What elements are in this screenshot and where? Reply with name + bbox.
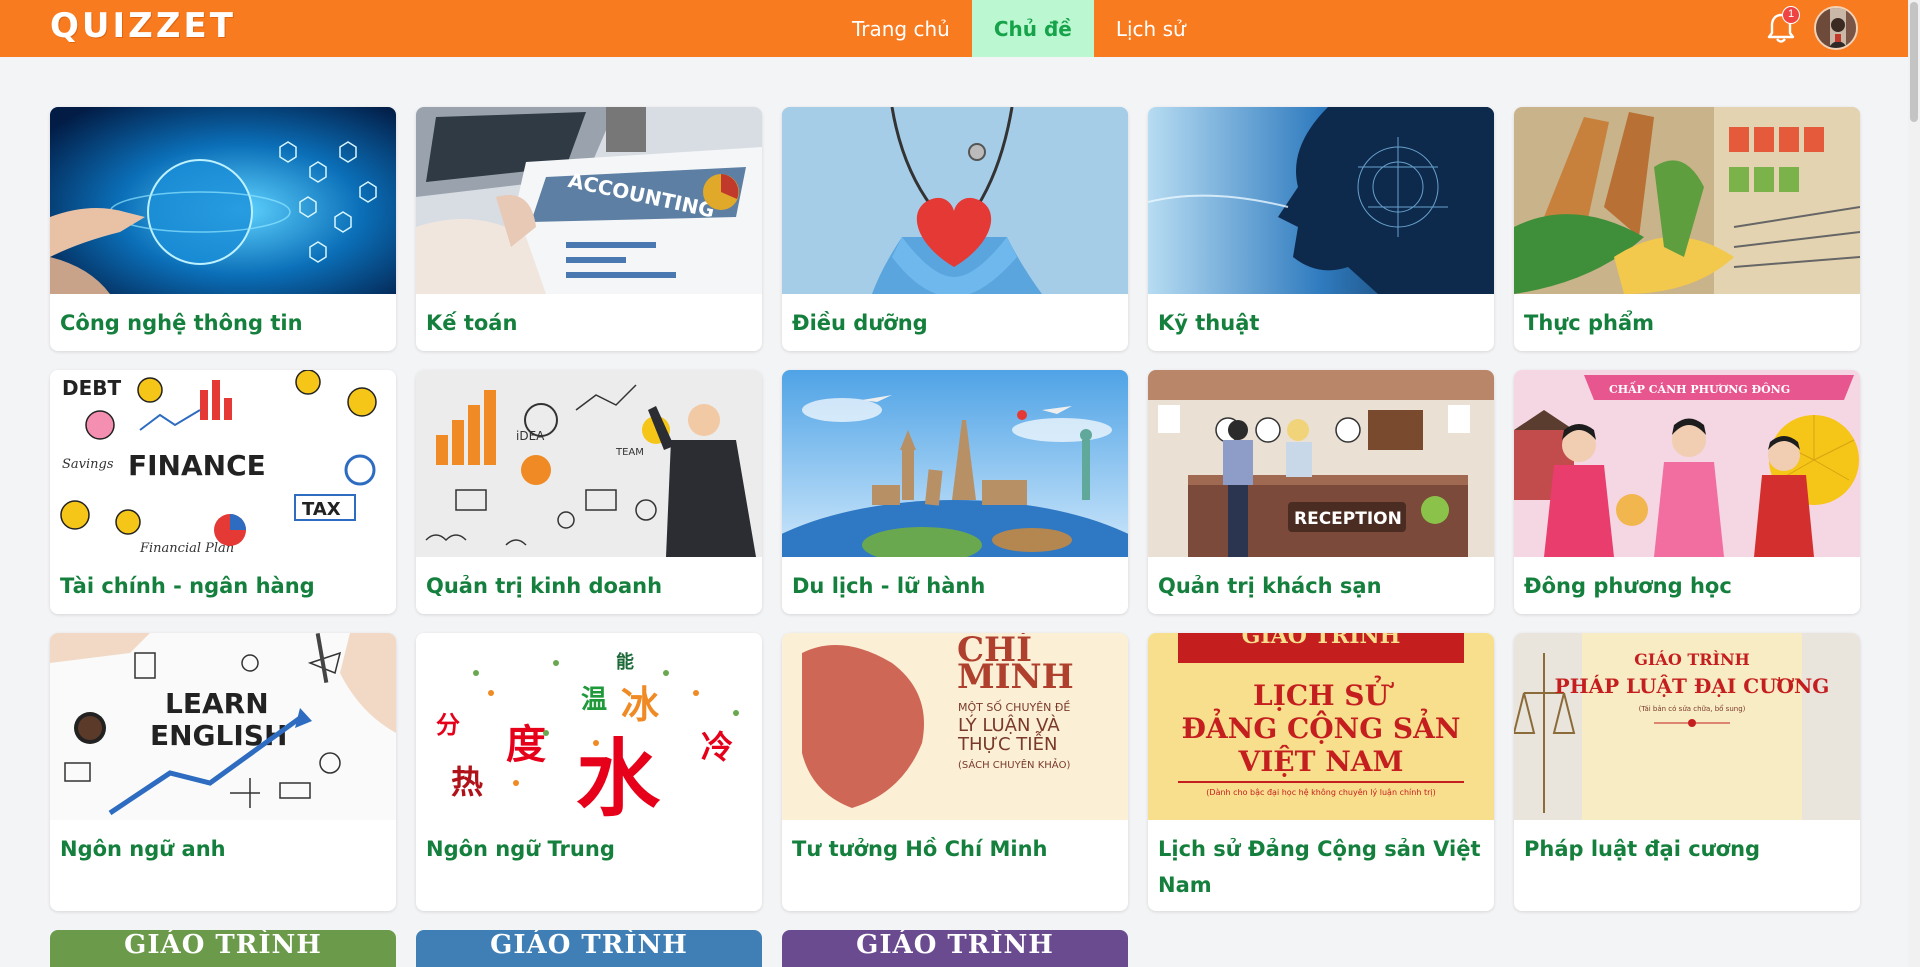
topic-card-party-history[interactable]: GIÁO TRÌNH LỊCH SỬ ĐẢNG CỘNG SẢN VIỆT NA… [1148,633,1494,911]
nav-history[interactable]: Lịch sử [1094,0,1208,57]
topic-card-english[interactable]: LEARN ENGLISH Ngôn ngữ anh [50,633,396,911]
topic-title: Kỹ thuật [1158,311,1260,335]
top-navbar: QUIZZET Trang chủ Chủ đề Lịch sử 1 [0,0,1908,57]
topic-title: Quản trị khách sạn [1158,574,1382,598]
svg-text:iDEA: iDEA [516,429,545,443]
svg-text:TAX: TAX [302,499,341,520]
topic-thumbnail [50,107,396,294]
svg-text:ENGLISH: ENGLISH [150,719,287,752]
topic-title: Kế toán [426,311,518,335]
svg-text:(SÁCH CHUYÊN KHẢO): (SÁCH CHUYÊN KHẢO) [958,757,1070,771]
topic-thumbnail: 水 度 冰 温 冷 热 分 能 [416,633,762,820]
svg-text:TEAM: TEAM [615,447,644,458]
topic-card-food[interactable]: Thực phẩm [1514,107,1860,351]
svg-text:VIỆT NAM: VIỆT NAM [1237,745,1403,778]
topic-title: Ngôn ngữ anh [60,837,226,861]
svg-text:RECEPTION: RECEPTION [1294,509,1402,529]
svg-text:能: 能 [616,651,634,673]
topic-card-accounting[interactable]: ACCOUNTING Kế toán [416,107,762,351]
topic-card-chinese[interactable]: 水 度 冰 温 冷 热 分 能 Ngôn ngữ Trung [416,633,762,911]
svg-text:DEBT: DEBT [62,376,122,400]
svg-text:热: 热 [451,763,483,801]
notification-badge: 1 [1782,6,1800,24]
topic-card-finance[interactable]: DEBT FINANCE TAX Savings Financial Plan … [50,370,396,614]
svg-text:LÝ LUẬN VÀ: LÝ LUẬN VÀ [958,714,1060,736]
topic-title: Điều dưỡng [792,311,928,335]
svg-text:PHÁP LUẬT ĐẠI CƯƠNG: PHÁP LUẬT ĐẠI CƯƠNG [1555,673,1830,698]
topic-card-hcm-thought[interactable]: CHÍ MINH MỘT SỐ CHUYÊN ĐỀ LÝ LUẬN VÀ THỰ… [782,633,1128,911]
topic-thumbnail: GIÁO TRÌNH LỊCH SỬ ĐẢNG CỘNG SẢN VIỆT NA… [1148,633,1494,820]
svg-text:MỘT SỐ CHUYÊN ĐỀ: MỘT SỐ CHUYÊN ĐỀ [958,700,1070,714]
topic-title: Tư tưởng Hồ Chí Minh [792,837,1048,861]
svg-text:冷: 冷 [701,728,733,766]
topic-title: Lịch sử Đảng Cộng sản Việt Nam [1158,837,1481,897]
topic-thumbnail: LEARN ENGLISH [50,633,396,820]
topic-thumbnail: CHẤP CÁNH PHƯƠNG ĐÔNG [1514,370,1860,557]
svg-text:度: 度 [506,722,546,768]
topic-thumbnail [782,107,1128,294]
topic-thumbnail [1514,107,1860,294]
svg-text:CHẤP CÁNH PHƯƠNG ĐÔNG: CHẤP CÁNH PHƯƠNG ĐÔNG [1609,381,1790,396]
scrollbar-thumb[interactable] [1910,2,1918,122]
svg-text:(Tái bản có sửa chữa, bổ sung): (Tái bản có sửa chữa, bổ sung) [1639,704,1746,713]
topic-card-hotel-admin[interactable]: RECEPTION Quản trị khách sạn [1148,370,1494,614]
topic-card-tourism[interactable]: Du lịch - lữ hành [782,370,1128,614]
topic-card-it[interactable]: Công nghệ thông tin [50,107,396,351]
topic-grid: Công nghệ thông tin ACCOUNTING Kế toán Đ… [50,107,1860,967]
svg-text:GIÁO TRÌNH: GIÁO TRÌNH [1242,633,1401,649]
topic-card-oriental-studies[interactable]: CHẤP CÁNH PHƯƠNG ĐÔNG Đông phương học [1514,370,1860,614]
user-avatar[interactable] [1814,6,1858,50]
svg-text:LEARN: LEARN [165,687,269,720]
topic-title: Thực phẩm [1524,311,1655,335]
topic-card-engineering[interactable]: Kỹ thuật [1148,107,1494,351]
svg-text:GIÁO TRÌNH: GIÁO TRÌNH [1634,649,1750,669]
svg-text:冰: 冰 [621,683,660,727]
topic-title: Công nghệ thông tin [60,311,303,335]
svg-text:Financial Plan: Financial Plan [139,541,234,556]
main-nav: Trang chủ Chủ đề Lịch sử [830,0,1208,57]
topic-thumbnail: GIÁO TRÌNH PHÁP LUẬT ĐẠI CƯƠNG (Tái bản … [1514,633,1860,820]
topic-thumbnail: ACCOUNTING [416,107,762,294]
svg-text:LỊCH SỬ: LỊCH SỬ [1253,675,1394,712]
topic-title: Ngôn ngữ Trung [426,837,615,861]
svg-text:THỰC TIỄN: THỰC TIỄN [957,731,1057,755]
topic-thumbnail [1148,107,1494,294]
topic-card-partial[interactable]: GIÁO TRÌNH [50,930,396,967]
topic-card-business-admin[interactable]: iDEA TEAM Quản trị kinh doanh [416,370,762,614]
topic-thumbnail: iDEA TEAM [416,370,762,557]
topic-card-general-law[interactable]: GIÁO TRÌNH PHÁP LUẬT ĐẠI CƯƠNG (Tái bản … [1514,633,1860,911]
topic-thumbnail: DEBT FINANCE TAX Savings Financial Plan [50,370,396,557]
svg-text:MINH: MINH [957,657,1074,697]
topic-thumbnail [782,370,1128,557]
topic-card-partial[interactable]: GIÁO TRÌNH [782,930,1128,967]
page-scrollbar[interactable] [1908,0,1920,967]
nav-home[interactable]: Trang chủ [830,0,972,57]
svg-text:水: 水 [576,730,661,820]
topic-thumbnail: CHÍ MINH MỘT SỐ CHUYÊN ĐỀ LÝ LUẬN VÀ THỰ… [782,633,1128,820]
svg-text:ĐẢNG CỘNG SẢN: ĐẢNG CỘNG SẢN [1182,708,1461,745]
svg-text:FINANCE: FINANCE [128,449,266,482]
topic-title: Quản trị kinh doanh [426,574,663,598]
topic-card-nursing[interactable]: Điều dưỡng [782,107,1128,351]
topic-title: Du lịch - lữ hành [792,574,986,598]
topic-thumbnail: RECEPTION [1148,370,1494,557]
topic-title: Đông phương học [1524,574,1732,598]
svg-text:温: 温 [581,685,607,715]
topic-card-partial[interactable]: GIÁO TRÌNH [416,930,762,967]
svg-text:分: 分 [436,711,460,739]
topic-title: Pháp luật đại cương [1524,837,1761,861]
nav-topics[interactable]: Chủ đề [971,0,1094,57]
svg-text:Savings: Savings [62,457,114,472]
topic-title: Tài chính - ngân hàng [60,574,315,598]
svg-text:(Dành cho bậc đại học hệ không: (Dành cho bậc đại học hệ không chuyên lý… [1206,787,1435,798]
quizzet-logo[interactable]: QUIZZET [50,6,236,46]
